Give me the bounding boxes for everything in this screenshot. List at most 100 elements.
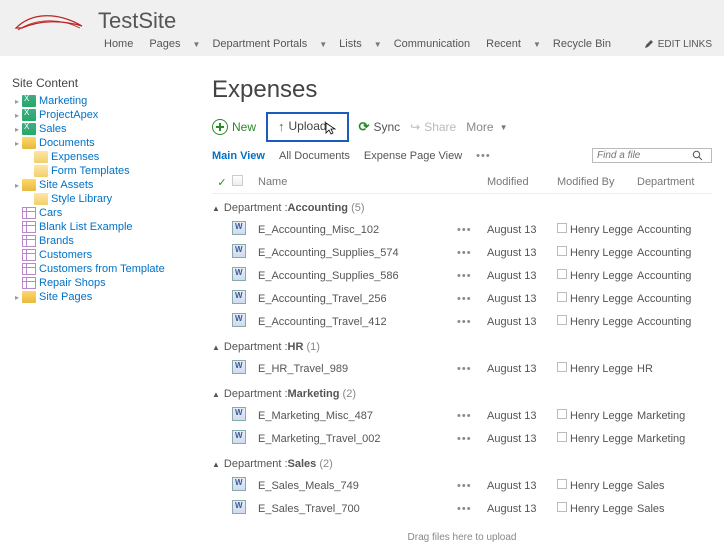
table-row[interactable]: E_Accounting_Supplies_574•••August 13Hen… <box>212 241 712 264</box>
nav-dept-portals[interactable]: Department Portals <box>206 36 313 52</box>
sidebar-item[interactable]: ▸ Documents <box>12 136 204 150</box>
expand-caret-icon[interactable]: ▸ <box>12 97 22 106</box>
table-row[interactable]: E_Sales_Travel_700•••August 13Henry Legg… <box>212 497 712 520</box>
view-main[interactable]: Main View <box>212 150 265 162</box>
file-name[interactable]: E_Marketing_Travel_002 <box>254 433 457 445</box>
expand-caret-icon[interactable]: ▸ <box>12 111 22 120</box>
row-menu-icon[interactable]: ••• <box>457 316 472 328</box>
row-menu-icon[interactable]: ••• <box>457 224 472 236</box>
file-name[interactable]: E_Accounting_Misc_102 <box>254 224 457 236</box>
file-name[interactable]: E_Sales_Meals_749 <box>254 480 457 492</box>
row-menu-icon[interactable]: ••• <box>457 363 472 375</box>
table-row[interactable]: E_Accounting_Travel_412•••August 13Henry… <box>212 310 712 333</box>
sidebar-item[interactable]: Cars <box>12 206 204 220</box>
group-header[interactable]: ▲Department : Marketing (2) <box>212 380 712 404</box>
modified-by[interactable]: Henry Legge <box>557 315 637 328</box>
table-row[interactable]: E_HR_Travel_989•••August 13Henry LeggeHR <box>212 357 712 380</box>
chevron-down-icon[interactable]: ▼ <box>372 40 384 49</box>
nav-recent[interactable]: Recent <box>480 36 527 52</box>
group-header[interactable]: ▲Department : Accounting (5) <box>212 194 712 218</box>
chevron-down-icon[interactable]: ▼ <box>531 40 543 49</box>
table-row[interactable]: E_Marketing_Misc_487•••August 13Henry Le… <box>212 404 712 427</box>
col-department[interactable]: Department <box>637 176 712 188</box>
nav-communication[interactable]: Communication <box>388 36 476 52</box>
view-all[interactable]: All Documents <box>279 150 350 162</box>
modified-by[interactable]: Henry Legge <box>557 269 637 282</box>
expand-caret-icon[interactable]: ▸ <box>12 125 22 134</box>
sidebar-item-label[interactable]: Documents <box>39 137 95 149</box>
file-name[interactable]: E_Accounting_Supplies_586 <box>254 270 457 282</box>
nav-recycle[interactable]: Recycle Bin <box>547 36 617 52</box>
row-menu-icon[interactable]: ••• <box>457 270 472 282</box>
site-title[interactable]: TestSite <box>98 8 712 34</box>
sidebar-item[interactable]: Customers from Template <box>12 262 204 276</box>
nav-lists[interactable]: Lists <box>333 36 368 52</box>
row-menu-icon[interactable]: ••• <box>457 293 472 305</box>
nav-home[interactable]: Home <box>98 36 139 52</box>
row-menu-icon[interactable]: ••• <box>457 503 472 515</box>
file-name[interactable]: E_Accounting_Travel_412 <box>254 316 457 328</box>
search-icon[interactable] <box>692 150 703 161</box>
table-row[interactable]: E_Accounting_Misc_102•••August 13Henry L… <box>212 218 712 241</box>
chevron-down-icon[interactable]: ▼ <box>317 40 329 49</box>
sidebar-item-label[interactable]: Form Templates <box>51 165 130 177</box>
sidebar-item[interactable]: ▸Sales <box>12 122 204 136</box>
row-menu-icon[interactable]: ••• <box>457 247 472 259</box>
sidebar-item[interactable]: Style Library <box>12 192 204 206</box>
sidebar-item[interactable]: ▸Site Assets <box>12 178 204 192</box>
select-all-check[interactable]: ✓ <box>212 176 232 189</box>
file-name[interactable]: E_Marketing_Misc_487 <box>254 410 457 422</box>
view-more-icon[interactable]: ••• <box>476 150 491 162</box>
expand-caret-icon[interactable]: ▸ <box>12 139 22 148</box>
sidebar-item[interactable]: Brands <box>12 234 204 248</box>
row-menu-icon[interactable]: ••• <box>457 480 472 492</box>
sidebar-item-label[interactable]: Brands <box>39 235 74 247</box>
sidebar-item-label[interactable]: Marketing <box>39 95 87 107</box>
group-header[interactable]: ▲Department : Sales (2) <box>212 450 712 474</box>
file-name[interactable]: E_HR_Travel_989 <box>254 363 457 375</box>
modified-by[interactable]: Henry Legge <box>557 223 637 236</box>
sidebar-item[interactable]: Repair Shops <box>12 276 204 290</box>
sidebar-item[interactable]: ▸ Site Pages <box>12 290 204 304</box>
sidebar-item-label[interactable]: Blank List Example <box>39 221 133 233</box>
modified-by[interactable]: Henry Legge <box>557 246 637 259</box>
modified-by[interactable]: Henry Legge <box>557 362 637 375</box>
upload-button[interactable]: ↑ Upload <box>266 112 349 142</box>
sidebar-item-label[interactable]: Style Library <box>51 193 112 205</box>
col-modified-by[interactable]: Modified By <box>557 176 637 188</box>
sidebar-item[interactable]: Expenses <box>12 150 204 164</box>
modified-by[interactable]: Henry Legge <box>557 502 637 515</box>
sidebar-item[interactable]: Blank List Example <box>12 220 204 234</box>
new-button[interactable]: New <box>212 119 256 135</box>
modified-by[interactable]: Henry Legge <box>557 432 637 445</box>
sidebar-item-label[interactable]: Site Assets <box>39 179 93 191</box>
search-input[interactable] <box>597 150 692 161</box>
chevron-down-icon[interactable]: ▼ <box>191 40 203 49</box>
file-name[interactable]: E_Sales_Travel_700 <box>254 503 457 515</box>
edit-links-button[interactable]: EDIT LINKS <box>644 39 712 50</box>
table-row[interactable]: E_Accounting_Travel_256•••August 13Henry… <box>212 287 712 310</box>
file-name[interactable]: E_Accounting_Travel_256 <box>254 293 457 305</box>
sidebar-item[interactable]: ▸ Marketing <box>12 94 204 108</box>
search-box[interactable] <box>592 148 712 163</box>
sidebar-item-label[interactable]: Repair Shops <box>39 277 106 289</box>
nav-pages[interactable]: Pages <box>143 36 186 52</box>
col-modified[interactable]: Modified <box>487 176 557 188</box>
sidebar-item-label[interactable]: Site Pages <box>39 291 92 303</box>
group-header[interactable]: ▲Department : HR (1) <box>212 333 712 357</box>
share-button[interactable]: ↪ Share <box>410 120 456 134</box>
sidebar-item-label[interactable]: Cars <box>39 207 62 219</box>
site-logo[interactable] <box>12 8 88 36</box>
table-row[interactable]: E_Marketing_Travel_002•••August 13Henry … <box>212 427 712 450</box>
expand-caret-icon[interactable]: ▸ <box>12 293 22 302</box>
sidebar-item[interactable]: Customers <box>12 248 204 262</box>
table-row[interactable]: E_Accounting_Supplies_586•••August 13Hen… <box>212 264 712 287</box>
modified-by[interactable]: Henry Legge <box>557 292 637 305</box>
row-menu-icon[interactable]: ••• <box>457 433 472 445</box>
sync-button[interactable]: ⟳ Sync <box>359 119 401 135</box>
sidebar-item-label[interactable]: Expenses <box>51 151 99 163</box>
table-row[interactable]: E_Sales_Meals_749•••August 13Henry Legge… <box>212 474 712 497</box>
modified-by[interactable]: Henry Legge <box>557 409 637 422</box>
file-name[interactable]: E_Accounting_Supplies_574 <box>254 247 457 259</box>
col-name[interactable]: Name <box>254 176 457 188</box>
